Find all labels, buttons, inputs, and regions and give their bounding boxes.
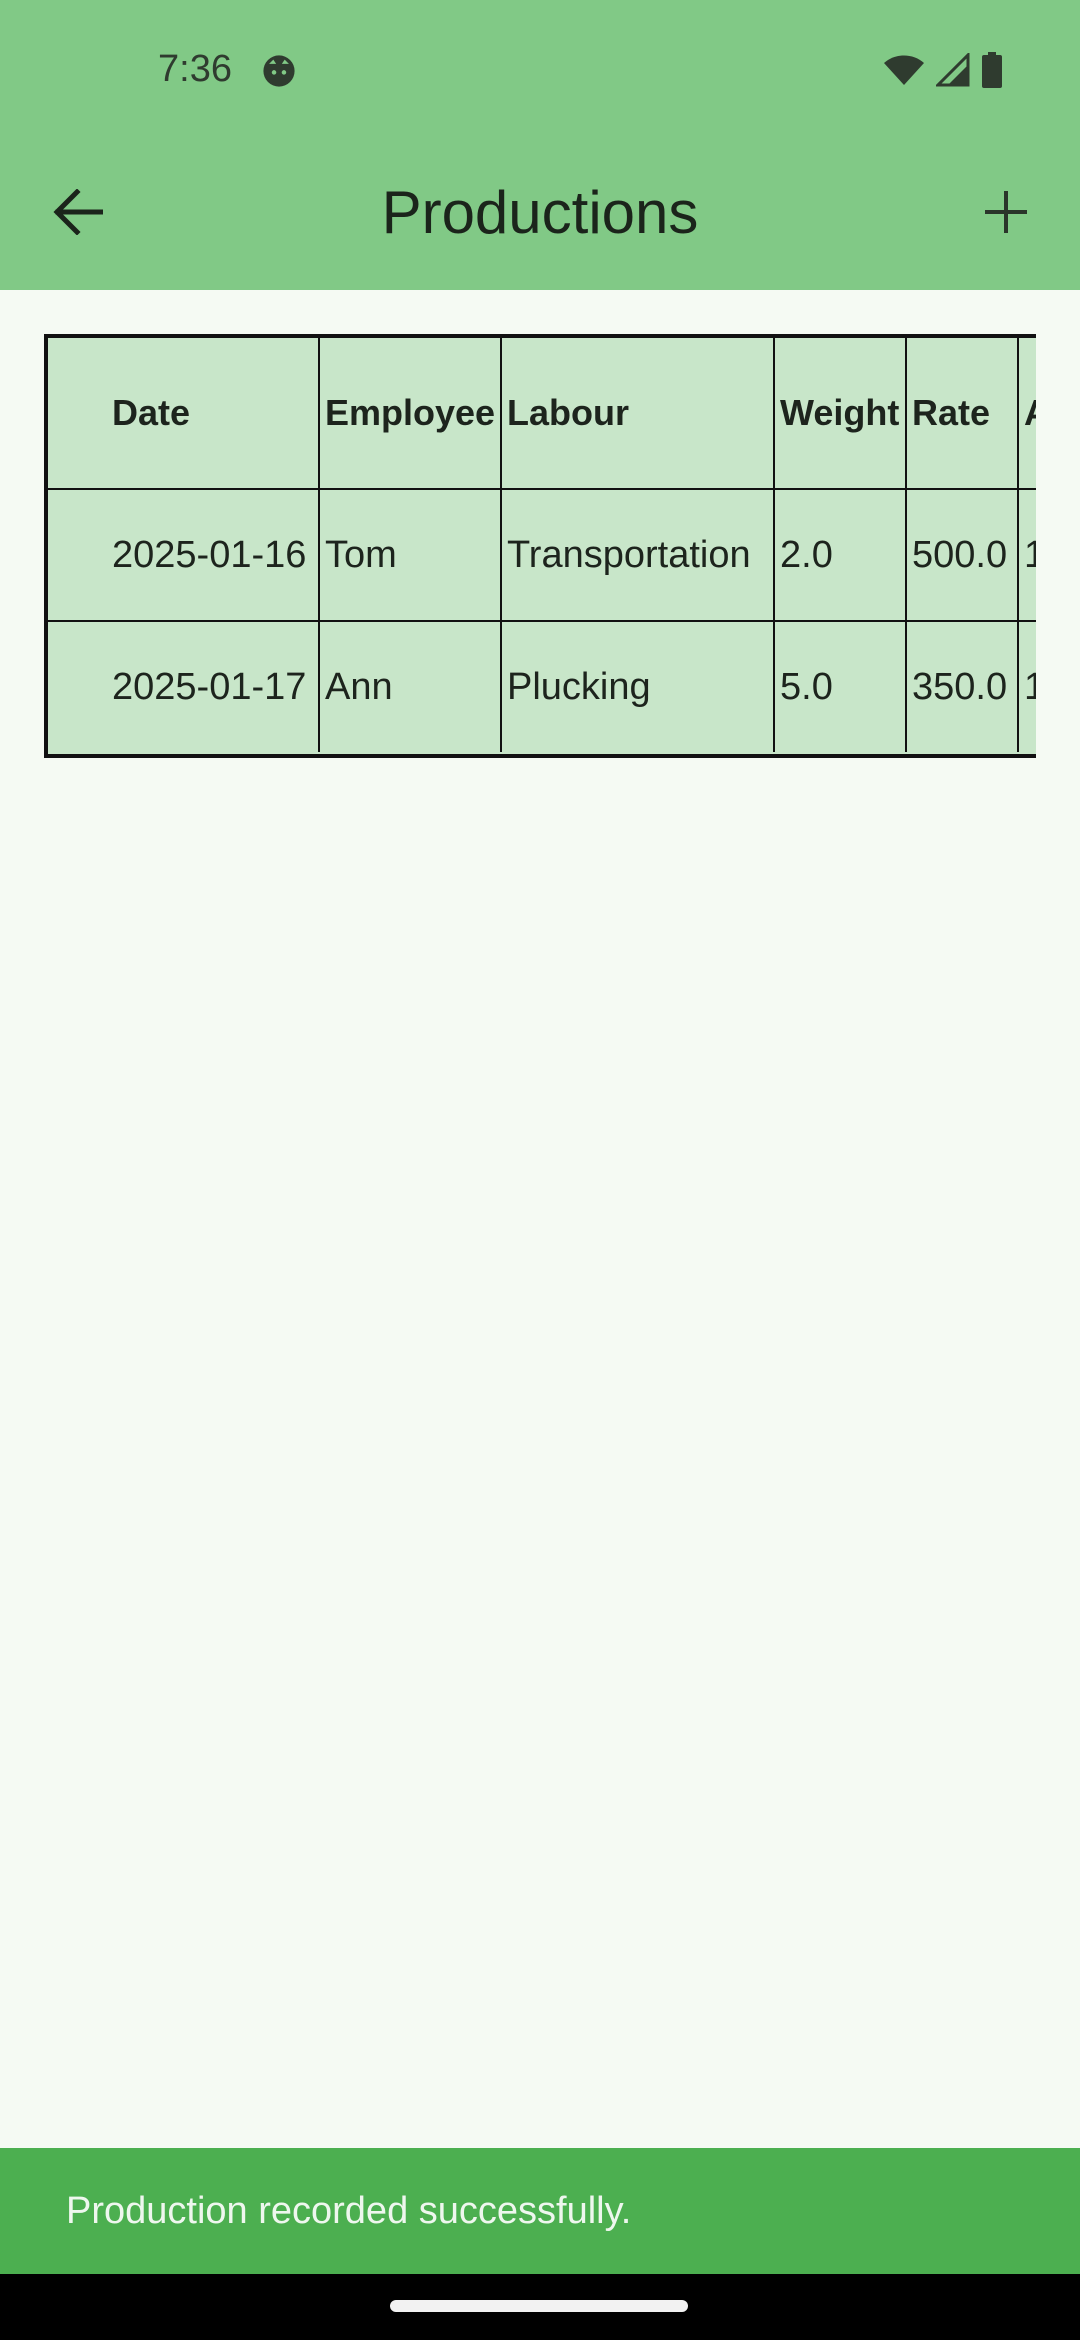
productions-table[interactable]: Date Employee Labour Weight (kgs) Rate A… (44, 334, 1036, 758)
column-header-employee[interactable]: Employee (318, 338, 502, 490)
column-header-rate[interactable]: Rate (905, 338, 1019, 490)
column-header-labour[interactable]: Labour (500, 338, 775, 490)
screen: 7:36 Productions Date Employee Labour We… (0, 0, 1080, 2340)
cell-rate: 500.0 (905, 488, 1019, 622)
status-time: 7:36 (158, 48, 232, 90)
cell-rate: 350.0 (905, 620, 1019, 752)
status-bar: 7:36 (0, 0, 1080, 144)
battery-icon (982, 52, 1002, 88)
page-title: Productions (381, 179, 699, 246)
wifi-icon (884, 55, 924, 85)
add-production-button[interactable] (968, 174, 1044, 250)
table-row[interactable]: 2025-01-17 Ann Plucking 5.0 350.0 1 (48, 620, 1036, 752)
cell-weight: 2.0 (773, 488, 907, 622)
cell-weight: 5.0 (773, 620, 907, 752)
navigation-bar (0, 2274, 1080, 2340)
table-header-row: Date Employee Labour Weight (kgs) Rate A (48, 338, 1036, 490)
home-indicator[interactable] (390, 2300, 688, 2312)
app-bar: Productions (0, 144, 1080, 290)
table-row[interactable]: 2025-01-16 Tom Transportation 2.0 500.0 … (48, 488, 1036, 622)
cell-date: 2025-01-16 (48, 488, 320, 622)
column-header-date[interactable]: Date (48, 338, 320, 490)
cell-employee: Ann (318, 620, 502, 752)
cell-date: 2025-01-17 (48, 620, 320, 752)
cell-amount: 1 (1017, 488, 1036, 622)
signal-icon (936, 53, 970, 87)
data-table: Date Employee Labour Weight (kgs) Rate A… (48, 338, 1036, 752)
cell-labour: Plucking (500, 620, 775, 752)
status-icons (884, 52, 1002, 88)
column-header-amount[interactable]: A (1017, 338, 1036, 490)
plus-icon (985, 191, 1027, 233)
cell-employee: Tom (318, 488, 502, 622)
cell-labour: Transportation (500, 488, 775, 622)
column-header-weight[interactable]: Weight (kgs) (773, 338, 907, 490)
snackbar: Production recorded successfully. (0, 2148, 1080, 2274)
face-icon (263, 55, 295, 87)
cell-amount: 1 (1017, 620, 1036, 752)
snackbar-message: Production recorded successfully. (66, 2190, 632, 2232)
